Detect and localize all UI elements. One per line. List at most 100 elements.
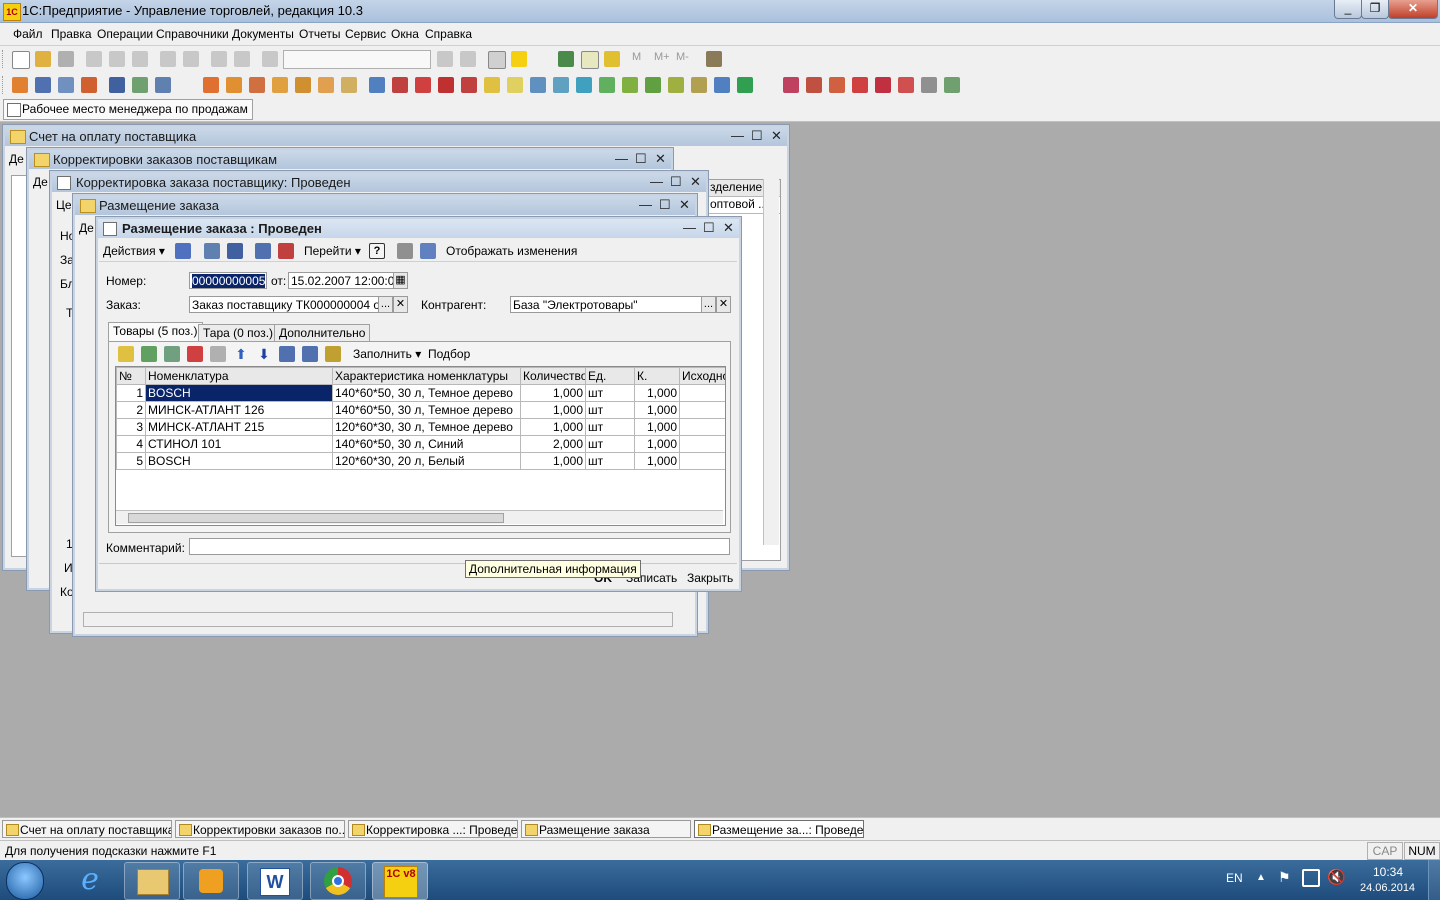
restore-app-button[interactable]: ❐ — [1361, 0, 1389, 19]
doc-transfer-icon[interactable] — [576, 77, 592, 93]
sort-desc-icon[interactable] — [302, 346, 318, 362]
order-placement-window[interactable]: Размещение заказа : Проведен — ☐ ✕ Дейст… — [95, 216, 742, 592]
show-changes-icon[interactable] — [420, 243, 436, 259]
contractor-clear-icon[interactable]: ✕ — [716, 296, 731, 313]
tab-containers[interactable]: Тара (0 поз.) — [198, 324, 279, 342]
menu-edit[interactable]: Правка — [51, 27, 92, 41]
close-icon[interactable]: ✕ — [655, 151, 666, 167]
start-button-icon[interactable] — [6, 862, 44, 900]
close-icon[interactable]: ✕ — [771, 128, 782, 144]
redo-icon[interactable] — [234, 51, 250, 67]
doc-placement-icon[interactable] — [484, 77, 500, 93]
delete-row-icon[interactable] — [187, 346, 203, 362]
order-placement-list-caption[interactable]: Размещение заказа — ☐ ✕ — [75, 196, 695, 215]
window-tab-corrections[interactable]: Корректировки заказов по... — [175, 820, 345, 838]
close-icon[interactable]: ✕ — [723, 220, 734, 236]
order-select-button[interactable]: ... — [378, 296, 393, 313]
show-desktop-button[interactable] — [1428, 860, 1440, 900]
doc-supplier-icon[interactable] — [507, 77, 523, 93]
window-tab-invoice[interactable]: Счет на оплату поставщика — [2, 820, 172, 838]
menu-service[interactable]: Сервис — [345, 27, 386, 41]
find-icon[interactable] — [262, 51, 278, 67]
paste-icon[interactable] — [132, 51, 148, 67]
list-settings-icon[interactable] — [397, 243, 413, 259]
doc-order-corr-icon[interactable] — [392, 77, 408, 93]
windows-icon[interactable] — [488, 51, 506, 69]
doc-order-close-icon[interactable] — [415, 77, 431, 93]
memory-m-icon[interactable]: M — [632, 51, 648, 67]
minimize-app-button[interactable]: _ — [1334, 0, 1362, 19]
order-placement-caption[interactable]: Размещение заказа : Проведен — ☐ ✕ — [98, 219, 739, 238]
contractor-field[interactable]: База "Электротовары" — [510, 296, 702, 313]
cut-icon[interactable] — [86, 51, 102, 67]
clock-time[interactable]: 10:34 — [1373, 865, 1403, 879]
number-field[interactable]: 00000000005 — [189, 272, 267, 289]
doc-money-icon[interactable] — [737, 77, 753, 93]
doc-payment-icon[interactable] — [249, 77, 265, 93]
search-combo[interactable] — [283, 50, 431, 69]
show-changes-button[interactable]: Отображать изменения — [446, 244, 577, 258]
maximize-icon[interactable]: ☐ — [635, 151, 647, 167]
doc-reserve-icon[interactable] — [461, 77, 477, 93]
doc-bank-icon[interactable] — [668, 77, 684, 93]
calendar-icon[interactable]: ▦ — [393, 272, 408, 289]
undo-icon[interactable] — [211, 51, 227, 67]
report-stock-icon[interactable] — [806, 77, 822, 93]
find-next-icon[interactable] — [437, 51, 453, 67]
1c-help-icon[interactable] — [511, 51, 527, 67]
order-clear-icon[interactable]: ✕ — [393, 296, 408, 313]
maximize-icon[interactable]: ☐ — [751, 128, 763, 144]
order-field[interactable]: Заказ поставщику ТК000000004 от ... — [189, 296, 379, 313]
window-tab-placement-list[interactable]: Размещение заказа — [521, 820, 691, 838]
doc-inventory-icon[interactable] — [341, 77, 357, 93]
barcode-icon[interactable] — [325, 346, 341, 362]
copy-icon[interactable] — [109, 51, 125, 67]
doc-order-cancel-icon[interactable] — [438, 77, 454, 93]
warehouse-icon[interactable] — [81, 77, 97, 93]
table-row[interactable]: 4 СТИНОЛ 101 140*60*50, 30 л, Синий 2,000 шт… — [116, 435, 725, 453]
vertical-scrollbar[interactable] — [763, 179, 779, 545]
tab-additional[interactable]: Дополнительно — [274, 324, 371, 342]
calendar-icon[interactable] — [581, 51, 599, 69]
doc-sale-icon[interactable] — [203, 77, 219, 93]
close-app-button[interactable]: ✕ — [1388, 0, 1438, 19]
add-row-icon[interactable] — [118, 346, 134, 362]
refresh-icon[interactable] — [204, 243, 220, 259]
save-disk-icon[interactable] — [58, 51, 74, 67]
horizontal-scrollbar[interactable] — [83, 612, 673, 627]
tools-icon[interactable] — [706, 51, 722, 67]
close-button[interactable]: Закрыть — [687, 571, 733, 585]
chart-icon[interactable] — [155, 77, 171, 93]
users-icon[interactable] — [109, 77, 125, 93]
movements-icon[interactable] — [278, 243, 294, 259]
menu-reports[interactable]: Отчеты — [299, 27, 340, 41]
doc-supplier-corr-icon[interactable] — [530, 77, 546, 93]
goto-button[interactable]: Перейти ▾ — [304, 244, 361, 258]
table-horizontal-scrollbar[interactable] — [116, 510, 723, 524]
edit-row-icon[interactable] — [164, 346, 180, 362]
language-indicator[interactable]: EN — [1226, 871, 1243, 885]
close-icon[interactable]: ✕ — [690, 174, 701, 190]
table-row[interactable]: 1 BOSCH 140*60*50, 30 л, Темное дерево 1,00… — [116, 384, 725, 402]
close-icon[interactable]: ✕ — [679, 197, 690, 213]
doc-return-icon[interactable] — [226, 77, 242, 93]
table-row[interactable]: 5 BOSCH 120*60*30, 20 л, Белый 1,000 шт 1,000 — [116, 452, 725, 470]
1c-taskbar-button[interactable]: 1C v8 — [372, 862, 428, 900]
contractor-select-button[interactable]: ... — [701, 296, 716, 313]
maximize-icon[interactable]: ☐ — [670, 174, 682, 190]
doc-receipt-icon[interactable] — [272, 77, 288, 93]
menu-file[interactable]: Файл — [13, 27, 43, 41]
network-icon[interactable] — [1302, 869, 1320, 887]
col-characteristic[interactable]: Характеристика номенклатуры — [332, 367, 521, 385]
doc-supplier-close-icon[interactable] — [553, 77, 569, 93]
report-analysis-icon[interactable] — [944, 77, 960, 93]
table-row[interactable]: 2 МИНСК-АТЛАНТ 126 140*60*50, 30 л, Темное… — [116, 401, 725, 419]
maximize-icon[interactable]: ☐ — [659, 197, 671, 213]
minimize-icon[interactable]: — — [615, 151, 628, 166]
end-edit-icon[interactable] — [210, 346, 226, 362]
print-icon[interactable] — [160, 51, 176, 67]
minimize-icon[interactable]: — — [650, 174, 663, 189]
col-source[interactable]: Исходно — [679, 367, 725, 385]
invoice-window-caption[interactable]: Счет на оплату поставщика — ☐ ✕ — [5, 127, 787, 146]
window-tab-correction[interactable]: Корректировка ...: Проведен — [348, 820, 518, 838]
